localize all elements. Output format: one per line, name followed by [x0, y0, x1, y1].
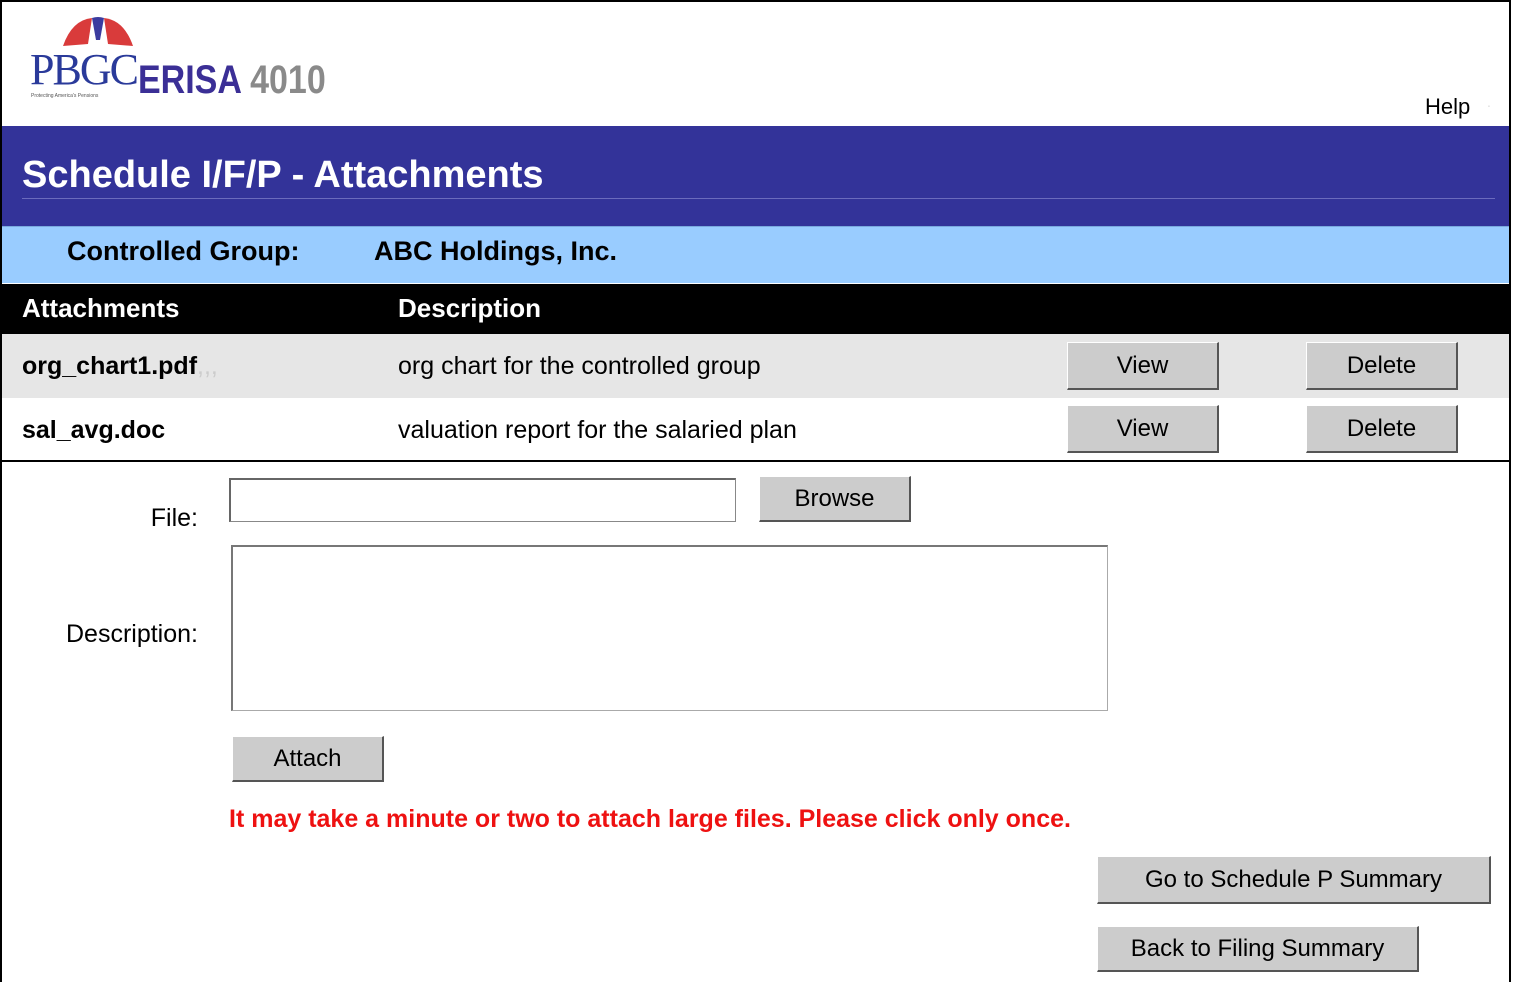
delete-button[interactable]: Delete [1306, 342, 1458, 390]
controlled-group-value: ABC Holdings, Inc. [374, 236, 617, 266]
back-to-filing-summary-button[interactable]: Back to Filing Summary [1097, 926, 1419, 972]
logo-product-name: ERISA [138, 58, 241, 102]
attach-button[interactable]: Attach [232, 736, 384, 782]
table-row: org_chart1.pdf,,, org chart for the cont… [2, 334, 1509, 398]
controlled-group-bar: Controlled Group: ABC Holdings, Inc. [2, 226, 1509, 283]
delete-button[interactable]: Delete [1306, 405, 1458, 453]
title-divider [22, 198, 1495, 199]
attachment-description: valuation report for the salaried plan [398, 416, 797, 444]
attachment-name-dots: ,,, [197, 352, 218, 380]
logo-product-number: 4010 [250, 58, 326, 102]
attachment-name: org_chart1.pdf,,, [22, 352, 218, 381]
attachment-name: sal_avg.doc [22, 416, 166, 444]
file-path-input[interactable] [229, 478, 736, 522]
table-row: sal_avg.doc valuation report for the sal… [2, 398, 1509, 462]
go-to-schedule-summary-button[interactable]: Go to Schedule P Summary [1097, 856, 1491, 904]
logo-tagline: Protecting America's Pensions [31, 93, 99, 99]
title-bar: Schedule I/F/P - Attachments [2, 126, 1509, 226]
pbgc-emblem-icon [63, 17, 133, 46]
column-header-attachments: Attachments [22, 293, 180, 323]
view-button[interactable]: View [1067, 405, 1219, 453]
help-separator: . [1487, 94, 1491, 110]
attachment-name-text: org_chart1.pdf [22, 352, 198, 380]
logo-org-text: PBGC [30, 45, 139, 94]
pbgc-erisa-logo: PBGC ERISA 4010 Protecting America's Pen… [30, 14, 375, 114]
logo-product-text: ERISA 4010 [138, 58, 326, 103]
description-label: Description: [66, 620, 198, 648]
view-button[interactable]: View [1067, 342, 1219, 390]
attachments-table-header: Attachments Description [2, 284, 1509, 334]
column-header-description: Description [398, 293, 542, 323]
attachment-description: org chart for the controlled group [398, 352, 761, 380]
upload-warning-text: It may take a minute or two to attach la… [229, 805, 1071, 833]
page-title: Schedule I/F/P - Attachments [22, 154, 544, 196]
description-textarea[interactable] [231, 545, 1108, 711]
controlled-group-label: Controlled Group: [67, 236, 300, 266]
help-link[interactable]: Help [1425, 94, 1470, 120]
file-label: File: [150, 504, 198, 532]
browse-button[interactable]: Browse [759, 476, 911, 522]
